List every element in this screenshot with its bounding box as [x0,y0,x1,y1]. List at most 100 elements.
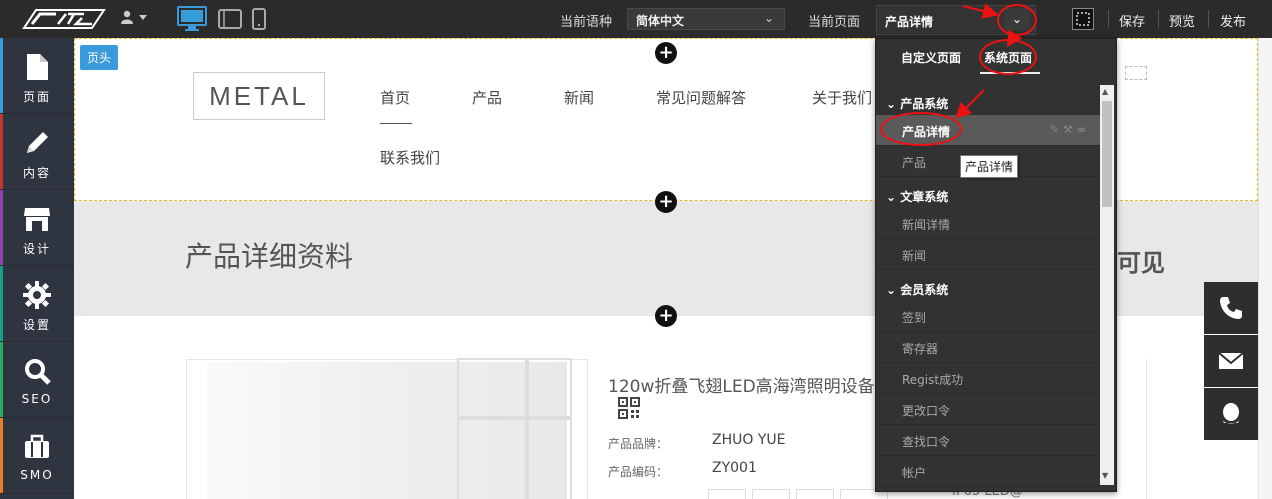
top-toolbar: 当前语种 简体中文 ⌄ 当前页面 产品详情 ⌄ 保存 预览 发布 [0,0,1272,38]
language-label: 当前语种 [560,15,613,30]
edit-icon[interactable]: ✎ [1050,123,1063,136]
group-header-article-system[interactable]: ⌄ 文章系统 [886,188,948,205]
list-item-change-password[interactable]: 更改口令 [876,394,1100,425]
gear-icon [23,281,51,309]
language-value: 简体中文 [636,14,685,28]
scroll-thumb[interactable] [1102,101,1112,207]
list-item-label: 寄存器 [902,342,939,356]
user-icon [121,10,133,24]
list-item-account[interactable]: 帐户 [876,456,1100,487]
current-page-label: 当前页面 [808,15,861,30]
annotation-circle [979,39,1037,75]
list-item-find-password[interactable]: 查找口令 [876,425,1100,456]
tablet-view-icon[interactable] [218,9,242,29]
sidebar-item-label: SEO [21,392,53,406]
list-item-label: 新闻 [902,249,927,263]
chevron-down-icon: ⌄ [763,11,774,25]
nav-item-news[interactable]: 新闻 [564,87,594,108]
sidebar-item-seo[interactable]: SEO [0,342,74,418]
phone-contact-button[interactable] [1204,282,1258,334]
wrench-icon[interactable]: ⚒ [1063,123,1077,136]
scroll-up-icon[interactable]: ▲ [1102,87,1108,96]
item-tools: ✎⚒∞ [1050,123,1090,136]
sidebar-item-label: SMO [20,468,54,482]
list-item-register-success[interactable]: Regist成功 [876,363,1100,394]
qr-code-icon[interactable] [618,397,640,419]
group-header-product-system[interactable]: ⌄ 产品系统 [886,95,948,112]
sidebar-item-design[interactable]: 设计 [0,190,74,266]
group-label: 文章系统 [900,190,949,204]
qq-contact-button[interactable] [1204,388,1258,440]
sidebar-item-label: 设计 [22,242,51,256]
placeholder-box [1125,66,1147,80]
nav-item-about[interactable]: 关于我们 [812,87,872,108]
list-item-signin[interactable]: 签到 [876,301,1100,332]
language-select[interactable]: 简体中文 ⌄ [627,8,785,30]
current-page-value: 产品详情 [885,15,934,29]
list-item-label: 签到 [902,311,927,325]
left-sidebar: 页面 内容 设计 设置 SEO SMO [0,38,74,499]
nav-item-faq[interactable]: 常见问题解答 [656,87,746,108]
sidebar-item-content[interactable]: 内容 [0,114,74,190]
sidebar-item-settings[interactable]: 设置 [0,266,74,342]
list-item-register[interactable]: 寄存器 [876,332,1100,363]
product-image [207,358,572,499]
page-icon [27,54,48,80]
dropdown-scrollbar[interactable]: ▲ ▼ [1100,85,1114,485]
nav-item-contact[interactable]: 联系我们 [380,147,440,168]
option-box[interactable] [708,489,746,499]
app-logo[interactable] [22,6,106,32]
briefcase-icon [25,434,49,458]
search-icon [25,359,51,385]
list-item-news-detail[interactable]: 新闻详情 [876,208,1100,239]
mobile-view-icon[interactable] [252,8,266,30]
page-scrollbar[interactable] [1258,38,1272,499]
code-field-value: ZY001 [712,460,757,476]
user-menu-button[interactable] [120,10,148,28]
brand-field-label: 产品品牌： [608,437,669,451]
add-section-icon[interactable]: + [655,305,677,327]
list-item-label: 新闻详情 [902,218,951,232]
nav-item-home[interactable]: 首页 [380,87,410,108]
header-section-tag[interactable]: 页头 [80,45,119,70]
nav-item-products[interactable]: 产品 [472,87,502,108]
window-decor [457,418,527,499]
phone-icon [1220,297,1242,319]
add-section-icon[interactable]: + [655,42,677,64]
banner-right-text: 可见 [1117,249,1165,277]
group-label: 产品系统 [900,97,949,111]
store-icon [24,208,50,231]
option-box[interactable] [752,489,790,499]
sidebar-item-smo[interactable]: SMO [0,418,74,494]
save-button[interactable]: 保存 [1119,11,1145,30]
publish-button[interactable]: 发布 [1220,11,1246,30]
email-contact-button[interactable] [1204,335,1258,387]
list-item-label: 更改口令 [902,404,951,418]
scroll-down-icon[interactable]: ▼ [1102,471,1108,480]
desktop-view-icon[interactable] [177,6,207,32]
list-item-news[interactable]: 新闻 [876,239,1100,270]
annotation-circle [880,112,962,146]
toolbar-divider [1158,10,1159,28]
mail-icon [1218,352,1244,369]
window-decor [527,418,572,499]
tooltip: 产品详情 [960,155,1019,178]
preview-button[interactable]: 预览 [1169,11,1195,30]
select-area-icon[interactable] [1072,8,1094,30]
brand-field-value: ZHUO YUE [712,432,786,448]
group-header-member-system[interactable]: ⌄ 会员系统 [886,281,948,298]
sidebar-item-label: 设置 [22,318,51,332]
sidebar-item-label: 页面 [22,90,51,104]
window-decor [527,358,572,418]
link-icon[interactable]: ∞ [1077,123,1090,136]
option-box[interactable] [796,489,834,499]
tab-custom-pages[interactable]: 自定义页面 [901,49,961,66]
brand-logo[interactable]: METAL [193,72,325,120]
code-field-label: 产品编码： [608,465,669,479]
list-item-label: 产品 [902,156,927,170]
product-image-frame[interactable] [186,358,588,499]
toolbar-divider [1108,10,1109,28]
qq-icon [1222,403,1240,424]
add-section-icon[interactable]: + [655,191,677,213]
sidebar-item-page[interactable]: 页面 [0,38,74,114]
